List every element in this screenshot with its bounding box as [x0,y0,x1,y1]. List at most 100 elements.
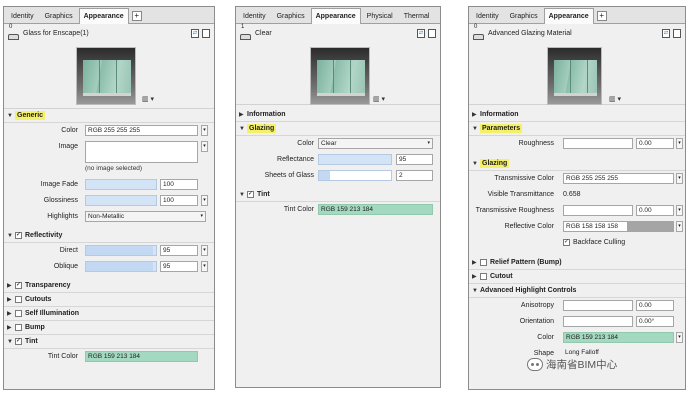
glazing-color-select[interactable]: Clear ▾ [318,138,433,149]
tab-identity[interactable]: Identity [6,9,39,23]
tab-appearance[interactable]: Appearance [310,8,361,24]
glossiness-slider[interactable] [85,195,157,206]
transmissive-color-menu-button[interactable]: ▾ [676,173,683,184]
oblique-slider[interactable] [85,261,157,272]
transparency-checkbox[interactable]: ✓ [15,282,22,289]
preview-thumbnail [547,47,602,105]
wechat-icon [527,358,543,371]
highlight-color-field[interactable]: RGB 159 213 184 [563,332,674,343]
oblique-menu-button[interactable]: ▾ [201,261,208,272]
tab-graphics[interactable]: Graphics [505,9,543,23]
section-generic[interactable]: ▼ Generic [4,109,214,123]
direct-slider[interactable] [85,245,157,256]
tab-thermal[interactable]: Thermal [399,9,435,23]
cutouts-checkbox[interactable] [15,296,22,303]
roughness-slider[interactable] [563,138,633,149]
sheets-of-glass-slider[interactable] [318,170,392,181]
anisotropy-slider[interactable] [563,300,633,311]
replace-asset-icon[interactable]: ⇄ [662,29,670,38]
tab-bar: Identity Graphics Appearance Physical Th… [236,7,440,24]
tint-color-field[interactable]: RGB 159 213 184 [85,351,198,362]
tab-appearance[interactable]: Appearance [543,8,594,24]
tint-checkbox[interactable]: ✓ [247,191,254,198]
tab-graphics[interactable]: Graphics [272,9,310,23]
highlights-select[interactable]: Non-Metallic ▾ [85,211,206,222]
material-title: Clear [255,30,272,37]
preview-options-icon[interactable]: ▥ ▾ [373,95,385,103]
reflective-color-menu-button[interactable]: ▾ [676,221,683,232]
section-tint[interactable]: ▼ ✓ Tint [236,188,440,202]
roughness-value[interactable]: 0.00 [636,138,674,149]
cutout-checkbox[interactable] [480,273,487,280]
tint-color-field[interactable]: RGB 159 213 184 [318,204,433,215]
section-tint[interactable]: ▼ ✓ Tint [4,335,214,349]
sheets-of-glass-value[interactable]: 2 [396,170,433,181]
section-information[interactable]: ▶ Information [236,108,440,122]
orientation-value[interactable]: 0.00° [636,316,674,327]
tab-identity[interactable]: Identity [471,9,504,23]
image-fade-value[interactable]: 100 [160,179,198,190]
transmissive-roughness-value[interactable]: 0.00 [636,205,674,216]
section-glazing[interactable]: ▼ Glazing [469,157,685,171]
bump-checkbox[interactable] [15,324,22,331]
tint-checkbox[interactable]: ✓ [15,338,22,345]
tab-graphics[interactable]: Graphics [40,9,78,23]
reflectivity-checkbox[interactable]: ✓ [15,232,22,239]
image-field[interactable] [85,141,198,163]
tab-bar: Identity Graphics Appearance + [4,7,214,24]
watermark-text: 海南省BIM中心 [546,359,618,371]
relief-pattern-checkbox[interactable] [480,259,487,266]
section-parameters[interactable]: ▼ Parameters [469,122,685,136]
section-reflectivity[interactable]: ▼ ✓ Reflectivity [4,229,214,243]
duplicate-asset-icon[interactable] [202,29,210,38]
section-label: Information [247,111,286,118]
replace-asset-icon[interactable]: ⇄ [417,29,425,38]
highlight-color-menu-button[interactable]: ▾ [676,332,683,343]
section-label: Transparency [25,282,71,289]
section-cutouts[interactable]: ▶ Cutouts [4,293,214,307]
reflectance-slider[interactable] [318,154,392,165]
transmissive-color-field[interactable]: RGB 255 255 255 [563,173,674,184]
add-tab-button[interactable]: + [596,11,607,21]
section-cutout[interactable]: ▶ Cutout [469,270,685,284]
section-transparency[interactable]: ▶ ✓ Transparency [4,279,214,293]
preview-options-icon[interactable]: ▥ ▾ [609,95,621,103]
orientation-slider[interactable] [563,316,633,327]
tab-identity[interactable]: Identity [238,9,271,23]
image-menu-button[interactable]: ▾ [201,141,208,152]
tab-bar: Identity Graphics Appearance + [469,7,685,24]
section-bump[interactable]: ▶ Bump [4,321,214,335]
section-advanced-highlight[interactable]: ▼ Advanced Highlight Controls [469,284,685,298]
preview-options-icon[interactable]: ▥ ▾ [142,95,154,103]
direct-value[interactable]: 95 [160,245,198,256]
add-tab-button[interactable]: + [131,11,142,21]
roughness-menu-button[interactable]: ▾ [676,138,683,149]
material-usage-icon: 0 [473,24,485,40]
reflectance-value[interactable]: 95 [396,154,433,165]
duplicate-asset-icon[interactable] [428,29,436,38]
transmissive-roughness-menu-button[interactable]: ▾ [676,205,683,216]
section-glazing[interactable]: ▼ Glazing [236,122,440,136]
backface-culling-checkbox[interactable]: ✓ [563,239,570,246]
section-information[interactable]: ▶ Information [469,108,685,122]
visible-transmittance-label: Visible Transmittance [487,191,554,198]
glossiness-value[interactable]: 100 [160,195,198,206]
self-illumination-checkbox[interactable] [15,310,22,317]
material-header: 1 Clear ⇄ [236,24,440,43]
direct-menu-button[interactable]: ▾ [201,245,208,256]
color-field[interactable]: RGB 255 255 255 [85,125,198,136]
section-relief-pattern[interactable]: ▶ Relief Pattern (Bump) [469,256,685,270]
reflective-color-field[interactable]: RGB 158 158 158 [563,221,674,232]
replace-asset-icon[interactable]: ⇄ [191,29,199,38]
anisotropy-value[interactable]: 0.00 [636,300,674,311]
oblique-value[interactable]: 95 [160,261,198,272]
tab-physical[interactable]: Physical [362,9,398,23]
glossiness-menu-button[interactable]: ▾ [201,195,208,206]
image-fade-slider[interactable] [85,179,157,190]
tab-appearance[interactable]: Appearance [78,8,129,24]
section-self-illumination[interactable]: ▶ Self Illumination [4,307,214,321]
collapse-arrow-icon: ▼ [239,191,245,198]
duplicate-asset-icon[interactable] [673,29,681,38]
transmissive-roughness-slider[interactable] [563,205,633,216]
color-menu-button[interactable]: ▾ [201,125,208,136]
